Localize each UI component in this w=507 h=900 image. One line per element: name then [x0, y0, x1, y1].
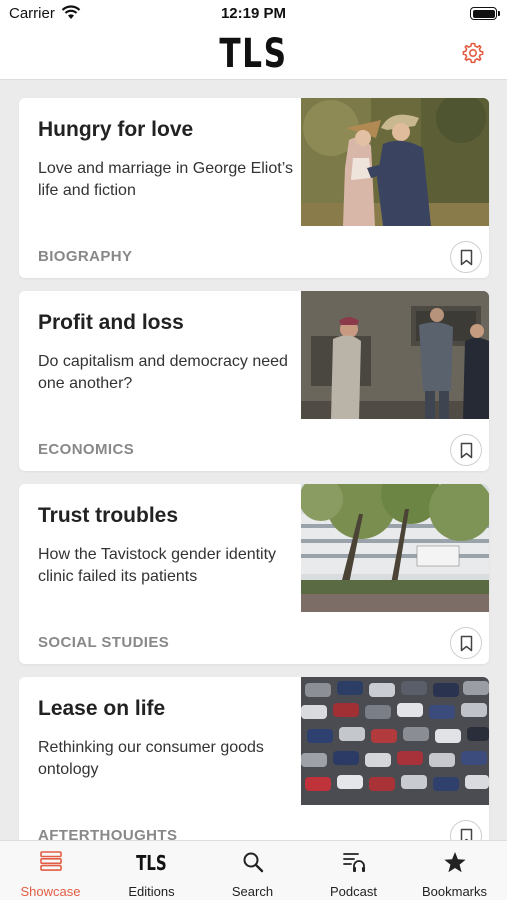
tab-bookmarks[interactable]: Bookmarks — [404, 841, 505, 900]
article-image[interactable] — [301, 291, 489, 419]
article-description: How the Tavistock gender identity clinic… — [38, 546, 277, 585]
status-bar: Carrier 12:19 PM — [0, 0, 507, 30]
bookmark-icon — [460, 442, 473, 459]
article-category: SOCIAL STUDIES — [38, 634, 170, 651]
tab-search[interactable]: Search — [202, 841, 303, 900]
article-category: AFTERTHOUGHTS — [38, 827, 178, 840]
article-category: BIOGRAPHY — [38, 248, 133, 265]
article-card[interactable]: Lease on life Rethinking our consumer go… — [19, 677, 489, 840]
tab-editions[interactable]: TLS Editions — [101, 841, 202, 900]
bookmark-button[interactable] — [450, 434, 482, 466]
showcase-icon — [39, 851, 62, 871]
bookmark-button[interactable] — [450, 241, 482, 273]
article-card[interactable]: Hungry for love Love and marriage in Geo… — [19, 98, 489, 278]
article-description: Rethinking our consumer goods ontology — [38, 739, 264, 778]
bookmark-icon — [460, 828, 473, 840]
tab-label: Showcase — [20, 884, 81, 899]
tab-label: Search — [231, 884, 274, 899]
article-image[interactable] — [301, 484, 489, 612]
article-title[interactable]: Profit and loss — [38, 311, 184, 335]
tab-label: Podcast — [330, 884, 377, 899]
article-description: Do capitalism and democracy need one ano… — [38, 353, 288, 392]
battery-icon — [470, 7, 500, 20]
article-category: ECONOMICS — [38, 441, 135, 458]
tab-label: Editions — [128, 884, 175, 899]
article-card[interactable]: Profit and loss Do capitalism and democr… — [19, 291, 489, 471]
article-description: Love and marriage in George Eliot’s life… — [38, 160, 293, 199]
article-title[interactable]: Lease on life — [38, 697, 165, 721]
app-header: TLS — [0, 30, 507, 80]
status-time: 12:19 PM — [220, 5, 287, 22]
star-icon — [443, 852, 466, 873]
article-feed[interactable]: Hungry for love Love and marriage in Geo… — [0, 80, 507, 840]
article-card[interactable]: Trust troubles How the Tavistock gender … — [19, 484, 489, 664]
tab-showcase[interactable]: Showcase — [0, 841, 101, 900]
bookmark-button[interactable] — [450, 820, 482, 840]
tab-bar: Showcase TLS Editions Search Podcast Boo… — [0, 840, 507, 900]
podcast-icon — [342, 853, 365, 872]
article-image[interactable] — [301, 98, 489, 226]
bookmark-icon — [460, 635, 473, 652]
bookmark-button[interactable] — [450, 627, 482, 659]
tab-label: Bookmarks — [421, 884, 488, 899]
tls-editions-icon: TLS — [136, 851, 167, 875]
article-image[interactable] — [301, 677, 489, 805]
bookmark-icon — [460, 249, 473, 266]
article-title[interactable]: Hungry for love — [38, 118, 193, 142]
tab-podcast[interactable]: Podcast — [303, 841, 404, 900]
tls-logo: TLS — [219, 31, 288, 77]
article-title[interactable]: Trust troubles — [38, 504, 178, 528]
search-icon — [243, 852, 263, 873]
gear-icon[interactable] — [461, 41, 485, 65]
